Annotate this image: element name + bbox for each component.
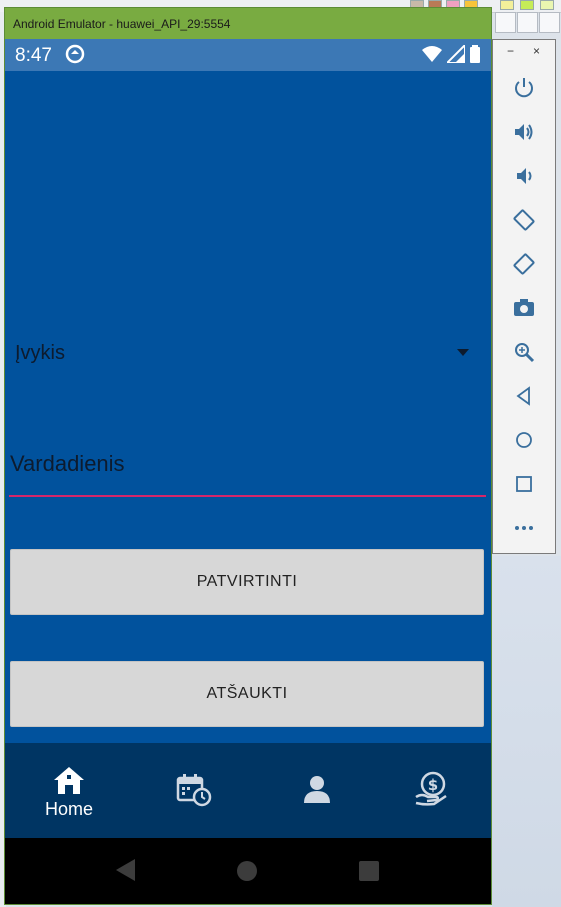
confirm-button[interactable]: PATVIRTINTI bbox=[10, 549, 484, 615]
bottom-navigation: Home $ bbox=[5, 743, 491, 838]
color-swatch bbox=[500, 0, 514, 10]
home-icon bbox=[54, 767, 84, 794]
overview-icon[interactable] bbox=[513, 473, 535, 495]
android-status-bar: 8:47 bbox=[5, 39, 491, 71]
palette-cell bbox=[539, 12, 560, 33]
overview-icon[interactable] bbox=[358, 860, 380, 882]
nav-home-label: Home bbox=[44, 799, 93, 819]
home-circle-icon[interactable] bbox=[236, 860, 258, 882]
palette-cell bbox=[517, 12, 538, 33]
volume-up-icon[interactable] bbox=[513, 121, 535, 143]
nav-item-profile[interactable] bbox=[267, 743, 367, 838]
emulator-side-toolbar: − × bbox=[492, 39, 556, 554]
more-icon[interactable] bbox=[513, 517, 535, 539]
app-content: Įvykis Vardadienis PATVIRTINTI ATŠAUKTI bbox=[5, 71, 491, 743]
window-title-bar[interactable]: Android Emulator - huawei_API_29:5554 bbox=[5, 8, 491, 39]
calendar-clock-icon bbox=[176, 774, 212, 807]
status-time: 8:47 bbox=[15, 45, 52, 66]
sync-icon bbox=[65, 44, 85, 64]
person-icon bbox=[304, 776, 330, 803]
rotate-left-icon[interactable] bbox=[513, 209, 535, 231]
money-hand-icon: $ bbox=[415, 771, 447, 806]
zoom-icon[interactable] bbox=[513, 341, 535, 363]
window-title: Android Emulator - huawei_API_29:5554 bbox=[13, 17, 231, 31]
nav-item-payments[interactable]: $ bbox=[381, 743, 481, 838]
android-navigation-bar bbox=[5, 838, 491, 904]
name-day-input[interactable]: Vardadienis bbox=[9, 441, 486, 497]
close-button[interactable]: × bbox=[533, 44, 540, 58]
status-icons bbox=[422, 42, 481, 68]
dropdown-arrow-icon bbox=[457, 349, 469, 356]
name-day-placeholder: Vardadienis bbox=[10, 451, 125, 476]
event-type-dropdown[interactable]: Įvykis bbox=[15, 336, 481, 368]
wifi-icon bbox=[422, 46, 443, 62]
volume-down-icon[interactable] bbox=[513, 165, 535, 187]
signal-icon bbox=[444, 42, 466, 64]
back-icon[interactable] bbox=[115, 858, 137, 882]
emulator-window: Android Emulator - huawei_API_29:5554 8:… bbox=[5, 8, 491, 904]
desktop-background-right bbox=[492, 556, 561, 907]
minimize-button[interactable]: − bbox=[507, 44, 514, 58]
nav-item-home[interactable]: Home bbox=[19, 743, 119, 838]
svg-text:$: $ bbox=[428, 776, 438, 794]
cancel-button[interactable]: ATŠAUKTI bbox=[10, 661, 484, 727]
event-dropdown-value: Įvykis bbox=[15, 342, 65, 364]
palette-cell bbox=[495, 12, 516, 33]
battery-icon bbox=[470, 45, 480, 63]
power-icon[interactable] bbox=[513, 77, 535, 99]
back-icon[interactable] bbox=[513, 385, 535, 407]
color-swatch bbox=[540, 0, 554, 10]
rotate-right-icon[interactable] bbox=[513, 253, 535, 275]
home-icon[interactable] bbox=[513, 429, 535, 451]
nav-item-schedule[interactable] bbox=[144, 743, 244, 838]
camera-icon[interactable] bbox=[513, 297, 535, 319]
color-swatch bbox=[520, 0, 534, 10]
